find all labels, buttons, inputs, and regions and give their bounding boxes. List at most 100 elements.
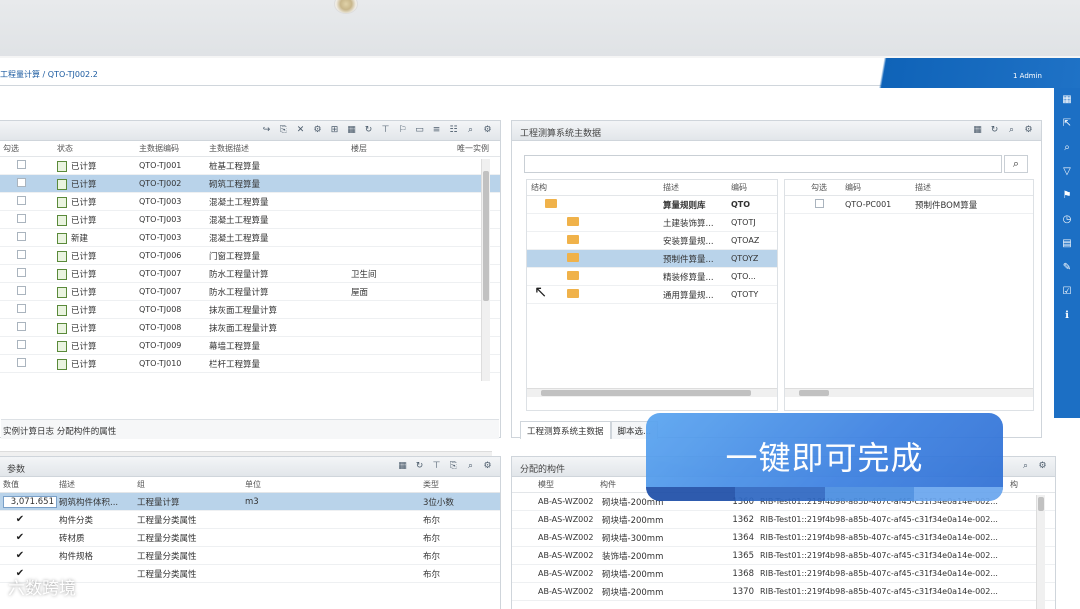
list-hscrollbar[interactable] xyxy=(785,388,1033,397)
checkbox[interactable] xyxy=(17,339,26,349)
refresh-icon[interactable]: ↻ xyxy=(988,124,1001,137)
checkbox[interactable] xyxy=(17,195,26,205)
clock-icon[interactable]: ◷ xyxy=(1054,208,1080,232)
col-desc[interactable]: 主数据描述 xyxy=(209,143,351,154)
flag-icon[interactable]: ⚑ xyxy=(1054,184,1080,208)
search-icon[interactable]: ⌕ xyxy=(464,124,477,137)
col-unique[interactable]: 唯一实例 xyxy=(457,143,497,154)
col-model[interactable]: 模型 xyxy=(512,479,600,490)
checked-icon[interactable]: ✔ xyxy=(15,533,25,543)
refresh-icon[interactable]: ↻ xyxy=(413,460,426,473)
info-icon[interactable]: ℹ xyxy=(1054,304,1080,328)
col-type[interactable]: 类型 xyxy=(423,479,493,490)
refresh-icon[interactable]: ↻ xyxy=(362,124,375,137)
col-floor[interactable]: 楼层 xyxy=(351,143,457,154)
col-check[interactable]: 勾选 xyxy=(785,182,845,193)
table-icon[interactable]: ▦ xyxy=(971,124,984,137)
search-icon[interactable]: ⌕ xyxy=(1054,136,1080,160)
instance-footer-tabs[interactable]: 实例计算日志 分配构件的属性 xyxy=(1,419,499,439)
col-desc[interactable]: 描述 xyxy=(663,182,731,193)
table-row[interactable]: 已计算 QTO-TJ008 抹灰面工程量计算 xyxy=(0,319,500,337)
table-row[interactable]: 已计算 QTO-TJ003 混凝土工程算量 xyxy=(0,193,500,211)
table-row[interactable]: 已计算 QTO-TJ009 幕墙工程算量 xyxy=(0,337,500,355)
col-check[interactable]: 勾选 xyxy=(0,143,57,154)
checkbox[interactable] xyxy=(17,285,26,295)
table-row[interactable]: AB-AS-WZ002 砌块墙-300mm 1364 RIB-Test01::219f… xyxy=(512,529,1055,547)
copy-icon[interactable]: ⎘ xyxy=(277,124,290,137)
columns-icon[interactable]: ☷ xyxy=(447,124,460,137)
grid-icon[interactable]: ▦ xyxy=(1054,88,1080,112)
export-icon[interactable]: ⇱ xyxy=(1054,112,1080,136)
check-icon[interactable]: ☑ xyxy=(1054,280,1080,304)
tree-row[interactable]: 安装算量规... QTOAZ xyxy=(527,232,777,250)
table-row[interactable]: 已计算 QTO-TJ007 防水工程量计算 屋面 xyxy=(0,283,500,301)
checkbox[interactable] xyxy=(17,267,26,277)
table-icon[interactable]: ▦ xyxy=(396,460,409,473)
checkbox[interactable] xyxy=(17,303,26,313)
search-icon[interactable]: ⌕ xyxy=(1005,124,1018,137)
layout-icon[interactable]: ▭ xyxy=(413,124,426,137)
pin-icon[interactable]: ⚐ xyxy=(396,124,409,137)
col-group[interactable]: 组 xyxy=(137,479,245,490)
col-status[interactable]: 状态 xyxy=(57,143,139,154)
sort-icon[interactable]: ⊤ xyxy=(430,460,443,473)
col-code[interactable]: 编码 xyxy=(731,182,771,193)
table-row[interactable]: AB-AS-WZ002 砌块墙-200mm 1362 RIB-Test01::219f… xyxy=(512,511,1055,529)
checkbox[interactable] xyxy=(17,321,26,331)
table-icon[interactable]: ▦ xyxy=(345,124,358,137)
table-row[interactable]: AB-AS-WZ002 砌块墙-200mm 1368 RIB-Test01::219f… xyxy=(512,565,1055,583)
checked-icon[interactable]: ✔ xyxy=(15,551,25,561)
table-row[interactable]: AB-AS-WZ002 装饰墙-200mm 1365 RIB-Test01::219f… xyxy=(512,547,1055,565)
filter-icon[interactable]: ▽ xyxy=(1054,160,1080,184)
tree-row[interactable]: 土建装饰算... QTOTJ xyxy=(527,214,777,232)
search-icon[interactable]: ⌕ xyxy=(464,460,477,473)
run-icon[interactable]: ⚙ xyxy=(311,124,324,137)
col-structure[interactable]: 结构 xyxy=(527,182,663,193)
delete-icon[interactable]: ✕ xyxy=(294,124,307,137)
copy-icon[interactable]: ⎘ xyxy=(447,460,460,473)
list-icon[interactable]: ≡ xyxy=(430,124,443,137)
tree-row[interactable]: 精装修算量... QTO... xyxy=(527,268,777,286)
col-code[interactable]: 主数据编码 xyxy=(139,143,209,154)
master-search-input[interactable] xyxy=(524,155,1002,173)
table-row[interactable]: ✔ 构件规格 工程量分类属性 布尔 xyxy=(0,547,500,565)
col-desc[interactable]: 描述 xyxy=(59,479,137,490)
tree-row[interactable]: 预制件算量... QTOYZ xyxy=(527,250,777,268)
sort-icon[interactable]: ⊤ xyxy=(379,124,392,137)
wrench-icon[interactable]: ✎ xyxy=(1054,256,1080,280)
col-code[interactable]: 编码 xyxy=(845,182,915,193)
checked-icon[interactable]: ✔ xyxy=(15,515,25,525)
tree-row[interactable]: 算量规则库 QTO xyxy=(527,196,777,214)
search-button[interactable]: ⌕ xyxy=(1004,155,1028,173)
table-row[interactable]: 已计算 QTO-TJ007 防水工程量计算 卫生间 xyxy=(0,265,500,283)
tree-row[interactable]: 通用算量规... QTOTY xyxy=(527,286,777,304)
table-row[interactable]: AB-AS-WZ002 砌块墙-200mm 1370 RIB-Test01::219f… xyxy=(512,583,1055,601)
checkbox[interactable] xyxy=(17,159,26,169)
table-row[interactable]: 3,071.651 砌筑构件体积... 工程量计算 m3 3位小数 xyxy=(0,493,500,511)
calc-icon[interactable]: ⊞ xyxy=(328,124,341,137)
document-icon[interactable]: ▤ xyxy=(1054,232,1080,256)
assigned-parts-scrollbar[interactable] xyxy=(1036,495,1045,609)
checkbox[interactable] xyxy=(17,231,26,241)
user-name[interactable]: 1 Admin xyxy=(1013,72,1042,80)
col-unit[interactable]: 单位 xyxy=(245,479,423,490)
settings-icon[interactable]: ⚙ xyxy=(1022,124,1035,137)
settings-icon[interactable]: ⚙ xyxy=(1036,460,1049,473)
settings-icon[interactable]: ⚙ xyxy=(481,460,494,473)
col-extra[interactable]: 构 xyxy=(1010,479,1040,490)
tab-master-data[interactable]: 工程测算系统主数据 xyxy=(520,421,611,439)
table-row[interactable]: 已计算 QTO-TJ006 门窗工程算量 xyxy=(0,247,500,265)
settings-icon[interactable]: ⚙ xyxy=(481,124,494,137)
table-row[interactable]: ✔ 构件分类 工程量分类属性 布尔 xyxy=(0,511,500,529)
col-value[interactable]: 数值 xyxy=(0,479,59,490)
checkbox[interactable] xyxy=(815,198,824,208)
table-row[interactable]: 已计算 QTO-TJ008 抹灰面工程量计算 xyxy=(0,301,500,319)
col-desc[interactable]: 描述 xyxy=(915,182,1025,193)
list-row[interactable]: QTO-PC001 预制件BOM算量 xyxy=(785,196,1033,214)
breadcrumb[interactable]: 工程量计算 / QTO-TJ002.2 xyxy=(0,69,98,80)
table-row[interactable]: 新建 QTO-TJ003 混凝土工程算量 xyxy=(0,229,500,247)
instance-scrollbar[interactable] xyxy=(481,159,490,381)
table-row[interactable]: 已计算 QTO-TJ003 混凝土工程算量 xyxy=(0,211,500,229)
checkbox[interactable] xyxy=(17,213,26,223)
tree-hscrollbar[interactable] xyxy=(527,388,777,397)
